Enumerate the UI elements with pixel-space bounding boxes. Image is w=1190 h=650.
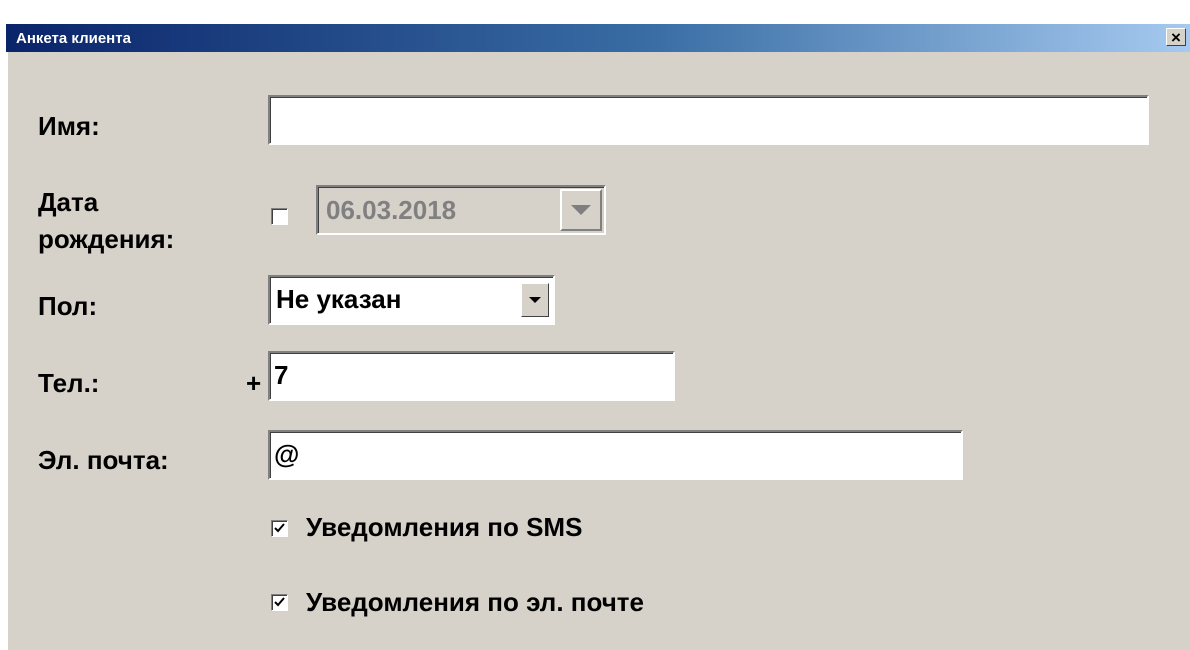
gender-dropdown-button[interactable] — [521, 283, 549, 317]
birth-date-dropdown-button — [560, 189, 602, 231]
birth-date-value: 06.03.2018 — [326, 195, 457, 225]
birth-date-label-line2: рождения: — [38, 224, 175, 254]
chevron-down-icon — [571, 205, 591, 215]
phone-input[interactable]: 7 — [268, 351, 675, 401]
birth-date-picker: 06.03.2018 — [316, 185, 606, 235]
email-label: Эл. почта: — [38, 445, 169, 475]
sms-notify-checkbox[interactable] — [271, 520, 288, 537]
name-input[interactable] — [268, 95, 1149, 145]
window-title: Анкета клиента — [16, 30, 131, 47]
phone-prefix: + — [246, 368, 262, 398]
sms-notify-label[interactable]: Уведомления по SMS — [306, 511, 582, 543]
phone-label: Тел.: — [38, 368, 100, 398]
gender-select-value: Не указан — [276, 284, 402, 314]
email-input-value: @ — [274, 439, 300, 469]
chevron-down-icon — [529, 297, 541, 303]
email-input[interactable]: @ — [268, 430, 963, 480]
birth-date-checkbox[interactable] — [271, 208, 288, 225]
close-button[interactable]: × — [1166, 28, 1186, 46]
email-notify-checkbox[interactable] — [271, 594, 288, 611]
title-bar: Анкета клиента × — [6, 24, 1190, 52]
birth-date-label-line1: Дата — [38, 187, 99, 217]
gender-select[interactable]: Не указан — [268, 275, 555, 325]
email-notify-label[interactable]: Уведомления по эл. почте — [306, 586, 644, 618]
checkmark-icon — [274, 597, 285, 607]
close-icon: × — [1171, 27, 1181, 47]
name-label: Имя: — [38, 111, 100, 141]
gender-label: Пол: — [38, 291, 98, 321]
phone-input-value: 7 — [274, 360, 289, 390]
checkmark-icon — [274, 523, 285, 533]
